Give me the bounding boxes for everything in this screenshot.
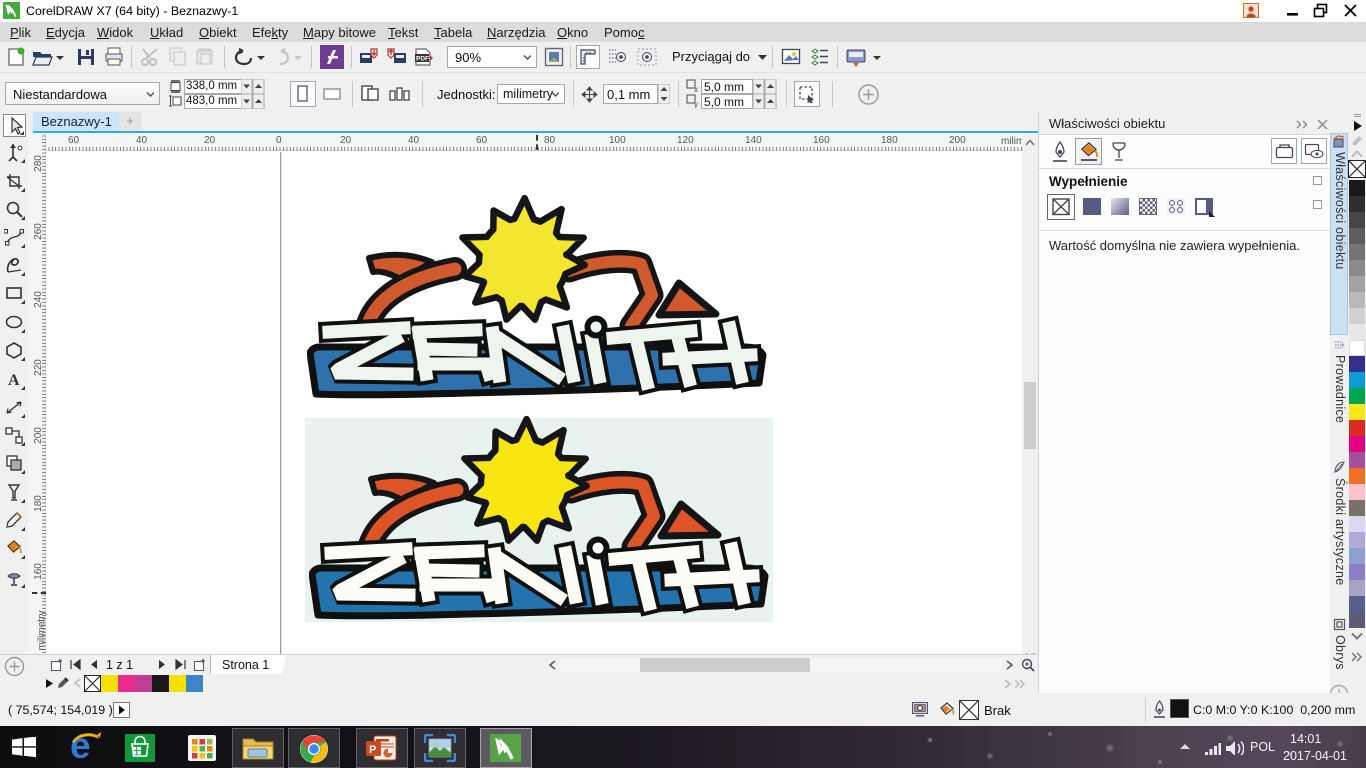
svg-text:x: x <box>694 85 698 93</box>
svg-text:P: P <box>369 744 376 756</box>
svg-text:A: A <box>8 372 20 389</box>
svg-text:PDF: PDF <box>416 56 429 63</box>
svg-text:y: y <box>694 100 698 108</box>
